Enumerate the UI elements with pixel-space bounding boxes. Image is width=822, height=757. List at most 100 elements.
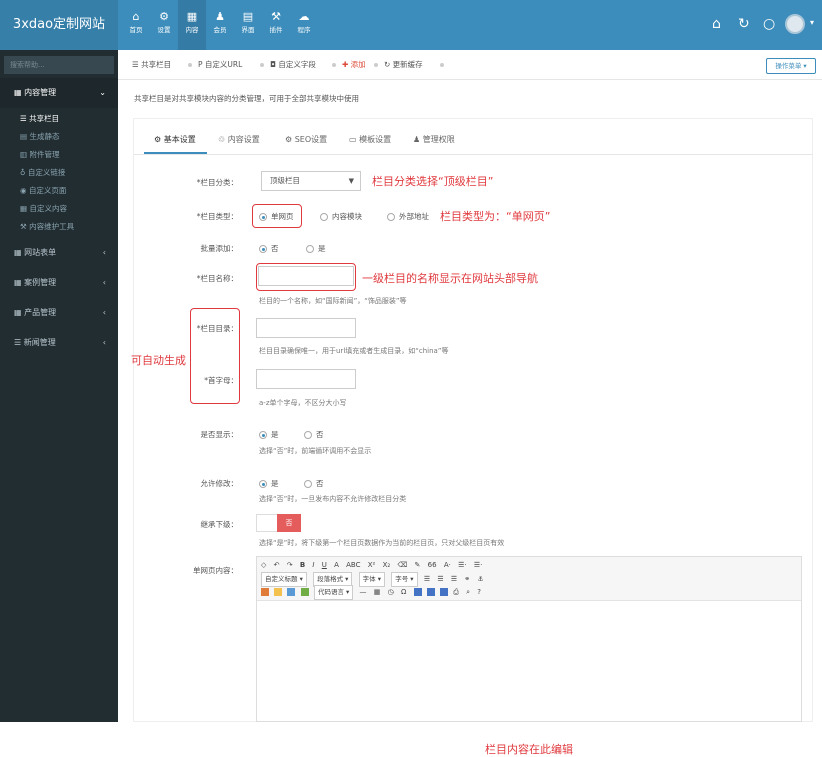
- power-icon[interactable]: ○: [763, 14, 775, 34]
- inherit-toggle[interactable]: 否: [256, 514, 301, 532]
- sidebar-item-custom-page[interactable]: ◉ 自定义页面: [0, 182, 118, 200]
- sidebar-group-products[interactable]: ▦ 产品管理 ‹: [0, 298, 118, 328]
- tab-basic[interactable]: ⚙ 基本设置: [154, 134, 196, 145]
- dir-input[interactable]: [256, 318, 356, 338]
- map-icon[interactable]: [300, 588, 309, 596]
- tab-permissions[interactable]: ♟ 管理权限: [413, 134, 455, 145]
- table-icon: ☰: [14, 338, 24, 347]
- table-row-icon[interactable]: [426, 588, 435, 596]
- pin-icon: ♁: [20, 168, 28, 177]
- type-radio-page[interactable]: 单网页: [259, 211, 294, 222]
- sidebar-item-attachments[interactable]: ▥ 附件管理: [0, 146, 118, 164]
- nav-member[interactable]: ♟ 会员: [206, 9, 234, 41]
- undo-icon[interactable]: ↶: [274, 559, 280, 572]
- html-icon[interactable]: ◇: [261, 559, 266, 572]
- sidebar-group-cases[interactable]: ▦ 案例管理 ‹: [0, 268, 118, 298]
- users-icon: ♟: [413, 135, 423, 144]
- unordered-list-button[interactable]: ☰·: [474, 559, 483, 572]
- name-hint: 栏目的一个名称，如“国际新闻”，“饰品服装”等: [259, 297, 407, 305]
- batch-radio-no[interactable]: 否: [259, 243, 279, 254]
- wrench-icon: ⚒: [20, 222, 30, 231]
- search-icon[interactable]: ⌕: [466, 586, 470, 599]
- show-label: 是否显示：: [200, 430, 239, 439]
- nav-program[interactable]: ☁ 程序: [290, 9, 318, 41]
- crumb-custom-field[interactable]: ◘ 自定义字段: [270, 50, 316, 80]
- strikethrough-button[interactable]: ABC: [346, 559, 360, 572]
- show-radio-no[interactable]: 否: [304, 429, 324, 440]
- subscript-button[interactable]: X₂: [383, 559, 391, 572]
- sidebar-item-custom-content[interactable]: ▦ 自定义内容: [0, 200, 118, 218]
- table-icon[interactable]: [413, 588, 422, 596]
- grid-icon: ▦: [186, 10, 198, 23]
- edit-radio-no[interactable]: 否: [304, 478, 324, 489]
- sidebar-item-custom-link[interactable]: ♁ 自定义链接: [0, 164, 118, 182]
- date-icon[interactable]: ▦: [374, 586, 381, 599]
- sidebar-group-news[interactable]: ☰ 新闻管理 ‹: [0, 328, 118, 358]
- avatar[interactable]: [785, 14, 805, 34]
- crumb-shared-column[interactable]: ☰ 共享栏目: [132, 50, 171, 80]
- home-icon[interactable]: ⌂: [712, 14, 721, 34]
- emotion-icon[interactable]: [274, 588, 283, 596]
- tab-content[interactable]: ♲ 内容设置: [218, 134, 260, 145]
- show-radio-yes[interactable]: 是: [259, 429, 279, 440]
- quote-button[interactable]: 66: [428, 559, 437, 572]
- type-radio-external[interactable]: 外部地址: [387, 211, 429, 222]
- code-language-select[interactable]: 代码语言 ▾: [313, 585, 354, 600]
- crumb-add[interactable]: ✚ 添加: [342, 50, 366, 80]
- eraser-icon[interactable]: ⌫: [397, 559, 407, 572]
- brush-icon[interactable]: ✎: [415, 559, 421, 572]
- inherit-hint: 选择“是”时，将下级第一个栏目页数据作为当前的栏目页，只对父级栏目页有效: [259, 539, 505, 547]
- italic-button[interactable]: I: [312, 559, 314, 572]
- nav-settings[interactable]: ⚙ 设置: [150, 9, 178, 41]
- initial-input[interactable]: [256, 369, 356, 389]
- crumb-update-cache[interactable]: ↻ 更新缓存: [384, 50, 423, 80]
- app-logo[interactable]: 3xdao定制网站: [0, 0, 118, 50]
- table-col-icon[interactable]: [440, 588, 449, 596]
- nav-interface[interactable]: ▤ 界面: [234, 9, 262, 41]
- video-icon[interactable]: [287, 588, 296, 596]
- sidebar-item-shared-column[interactable]: ☰ 共享栏目: [0, 110, 118, 128]
- print-icon[interactable]: ⎙: [453, 586, 459, 599]
- text-color-button[interactable]: A·: [444, 559, 451, 572]
- chevron-down-icon: ⌄: [99, 88, 106, 97]
- nav-content[interactable]: ▦ 内容: [178, 0, 206, 50]
- ordered-list-button[interactable]: ☰·: [458, 559, 467, 572]
- superscript-button[interactable]: X²: [368, 559, 376, 572]
- gear-icon: ⚙: [159, 10, 169, 23]
- edit-radio-yes[interactable]: 是: [259, 478, 279, 489]
- nav-plugins[interactable]: ⚒ 插件: [262, 9, 290, 41]
- separator-dot: [440, 63, 444, 67]
- underline-button[interactable]: U: [322, 559, 327, 572]
- rich-text-editor[interactable]: ◇ ↶ ↷ B I U A ABC X² X₂ ⌫ ✎ 66 A· ☰· ☰· …: [256, 556, 802, 756]
- image-icon[interactable]: [261, 588, 269, 596]
- sidebar-item-static[interactable]: ▤ 生成静态: [0, 128, 118, 146]
- table-icon: ▦: [14, 308, 25, 317]
- fontborder-button[interactable]: A: [334, 559, 339, 572]
- sidebar-item-maintenance[interactable]: ⚒ 内容维护工具: [0, 218, 118, 236]
- tab-template[interactable]: ▭ 模板设置: [349, 134, 391, 145]
- tab-seo[interactable]: ⚙ SEO设置: [285, 134, 327, 145]
- bold-button[interactable]: B: [300, 559, 305, 572]
- refresh-icon[interactable]: ↻: [738, 14, 750, 34]
- special-char-icon[interactable]: Ω: [401, 586, 406, 599]
- ops-menu-button[interactable]: 操作菜单 ▾: [766, 58, 816, 74]
- redo-icon[interactable]: ↷: [287, 559, 293, 572]
- batch-radio-yes[interactable]: 是: [306, 243, 326, 254]
- sidebar-group-forms[interactable]: ▦ 网站表单 ‹: [0, 238, 118, 268]
- sidebar-group-content[interactable]: ▦ 内容管理 ⌄: [0, 78, 118, 108]
- nav-home[interactable]: ⌂ 首页: [122, 9, 150, 41]
- time-icon[interactable]: ◷: [388, 586, 394, 599]
- horizontal-rule-icon[interactable]: —: [360, 586, 367, 599]
- dir-hint: 栏目目录确保唯一，用于url填充或者生成目录，如“china”等: [259, 347, 449, 355]
- name-input[interactable]: [258, 266, 354, 286]
- annotation-auto: 可自动生成: [131, 354, 186, 367]
- category-select[interactable]: 顶级栏目 ▼: [261, 171, 361, 191]
- search-input[interactable]: 搜索帮助...: [4, 56, 114, 74]
- sidebar: 搜索帮助... ▦ 内容管理 ⌄ ☰ 共享栏目 ▤ 生成静态 ▥ 附件管理 ♁ …: [0, 50, 118, 722]
- chevron-down-icon[interactable]: ▾: [810, 18, 814, 27]
- type-radio-module[interactable]: 内容模块: [320, 211, 362, 222]
- help-icon[interactable]: ?: [477, 586, 481, 599]
- circle-icon: ◉: [20, 186, 29, 195]
- crumb-custom-url[interactable]: P 自定义URL: [198, 50, 242, 80]
- toolbar-row-1: ◇ ↶ ↷ B I U A ABC X² X₂ ⌫ ✎ 66 A· ☰· ☰·: [261, 559, 487, 572]
